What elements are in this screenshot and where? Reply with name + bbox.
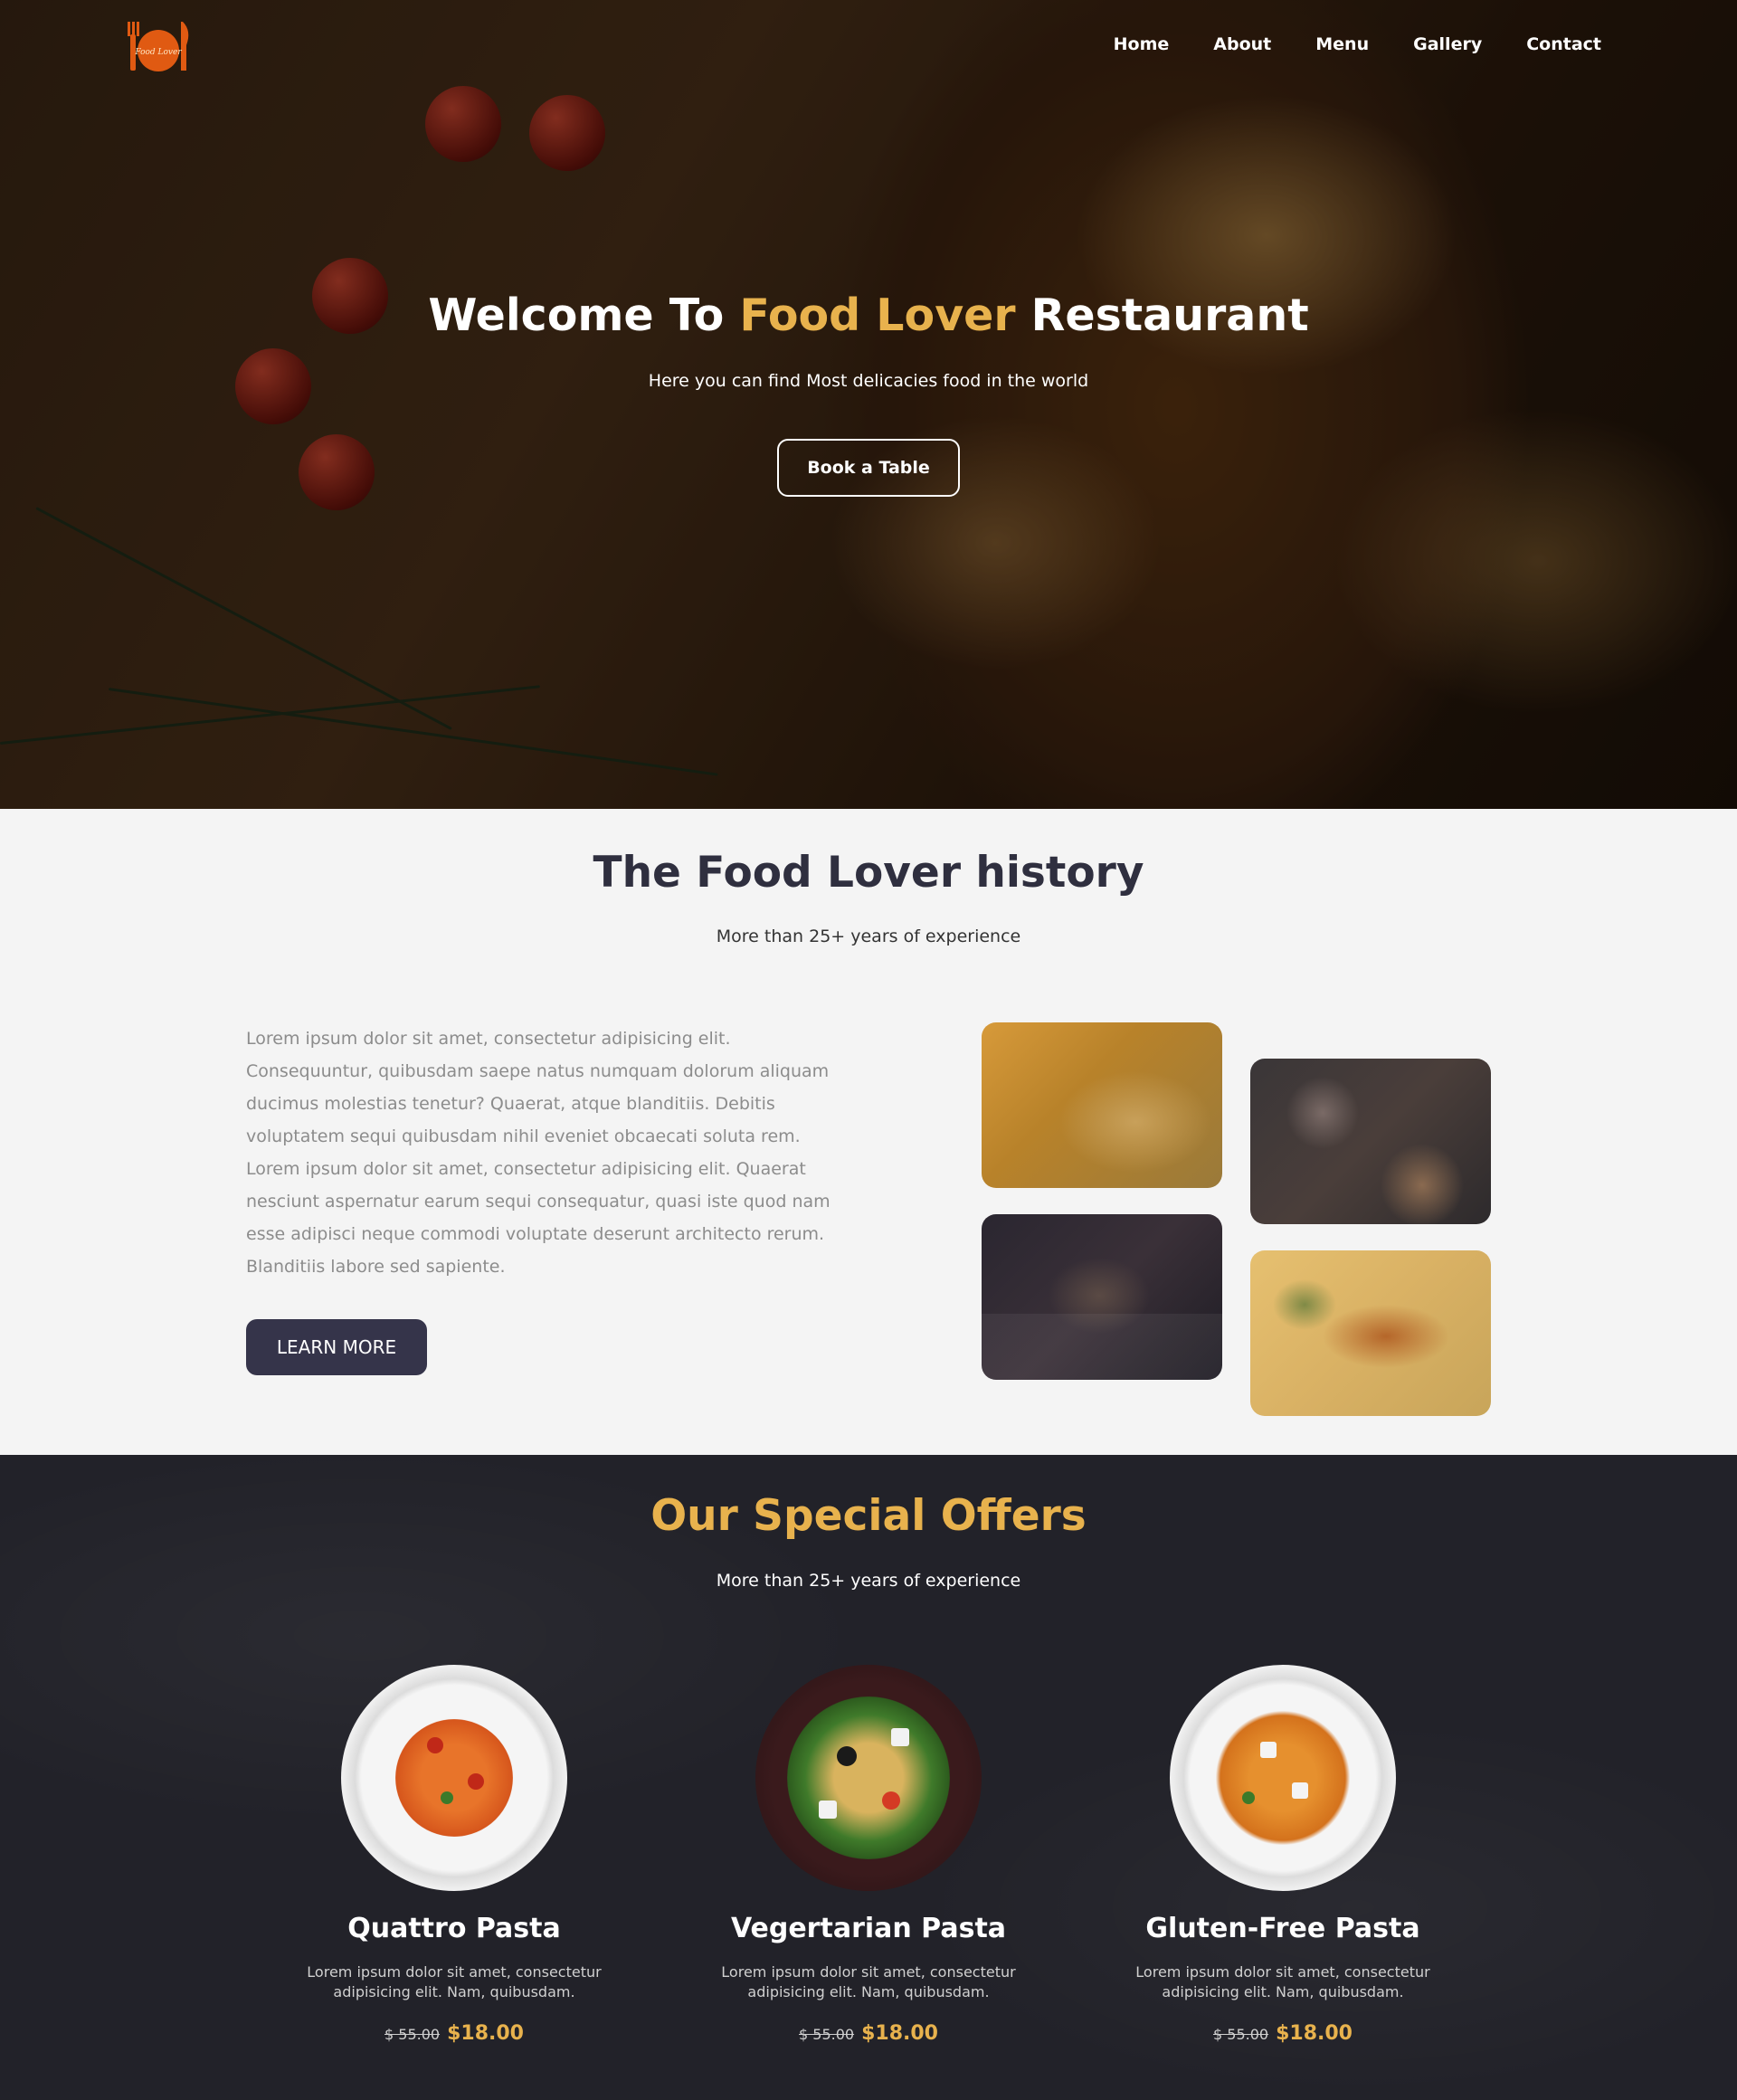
old-price: $ 55.00	[799, 2026, 855, 2043]
book-table-button[interactable]: Book a Table	[777, 439, 960, 497]
offer-price: $ 55.00 $18.00	[1093, 2022, 1473, 2045]
gallery-photo-table-food	[1250, 1059, 1491, 1224]
knife-icon	[181, 22, 189, 71]
history-subtitle: More than 25+ years of experience	[716, 926, 1021, 946]
gallery-photo-dish	[1250, 1250, 1491, 1416]
new-price: $18.00	[861, 2022, 938, 2045]
logo[interactable]: Food Lover	[125, 18, 192, 74]
hero-subtitle: Here you can find Most delicacies food i…	[648, 371, 1089, 391]
nav-contact[interactable]: Contact	[1526, 34, 1601, 54]
offer-card[interactable]: Quattro Pasta Lorem ipsum dolor sit amet…	[264, 1665, 644, 2045]
learn-more-button[interactable]: LEARN MORE	[246, 1319, 427, 1375]
logo-text: Food Lover	[134, 48, 182, 57]
fork-icon	[128, 22, 139, 71]
old-price: $ 55.00	[1213, 2026, 1269, 2043]
offer-name: Quattro Pasta	[347, 1913, 561, 1944]
offer-name: Vegertarian Pasta	[730, 1913, 1007, 1944]
gallery-photo-bread	[982, 1022, 1222, 1188]
nav-menu[interactable]: Menu	[1315, 34, 1369, 54]
nav-about[interactable]: About	[1213, 34, 1271, 54]
offer-description: Lorem ipsum dolor sit amet, consectetur …	[721, 1963, 1016, 2000]
offer-name: Gluten-Free Pasta	[1145, 1913, 1420, 1944]
quattro-pasta-image	[341, 1665, 567, 1891]
offer-price: $ 55.00 $18.00	[264, 2022, 644, 2045]
new-price: $18.00	[447, 2022, 524, 2045]
nav-gallery[interactable]: Gallery	[1413, 34, 1482, 54]
offers-section: Our Special Offers More than 25+ years o…	[0, 1455, 1737, 2100]
gallery-photo-restaurant-interior	[982, 1214, 1222, 1380]
history-section: The Food Lover history More than 25+ yea…	[0, 809, 1737, 1455]
offers-subtitle: More than 25+ years of experience	[716, 1571, 1021, 1591]
history-body: Lorem ipsum dolor sit amet, consectetur …	[246, 1029, 831, 1277]
old-price: $ 55.00	[384, 2026, 441, 2043]
offer-price: $ 55.00 $18.00	[679, 2022, 1058, 2045]
offer-description: Lorem ipsum dolor sit amet, consectetur …	[307, 1963, 602, 2000]
offers-title: Our Special Offers	[650, 1491, 1087, 1541]
offer-description: Lorem ipsum dolor sit amet, consectetur …	[1135, 1963, 1430, 2000]
history-title: The Food Lover history	[593, 848, 1144, 898]
offer-card[interactable]: Gluten-Free Pasta Lorem ipsum dolor sit …	[1093, 1665, 1473, 2045]
gluten-free-pasta-image	[1170, 1665, 1396, 1891]
new-price: $18.00	[1276, 2022, 1353, 2045]
hero-section: Food Lover Home About Menu Gallery Conta…	[0, 0, 1737, 809]
main-nav: Home About Menu Gallery Contact	[1114, 34, 1601, 54]
vegetarian-pasta-image	[755, 1665, 982, 1891]
nav-home[interactable]: Home	[1114, 34, 1170, 54]
offer-card[interactable]: Vegertarian Pasta Lorem ipsum dolor sit …	[679, 1665, 1058, 2045]
hero-title: Welcome To Food Lover Restaurant	[428, 290, 1309, 341]
